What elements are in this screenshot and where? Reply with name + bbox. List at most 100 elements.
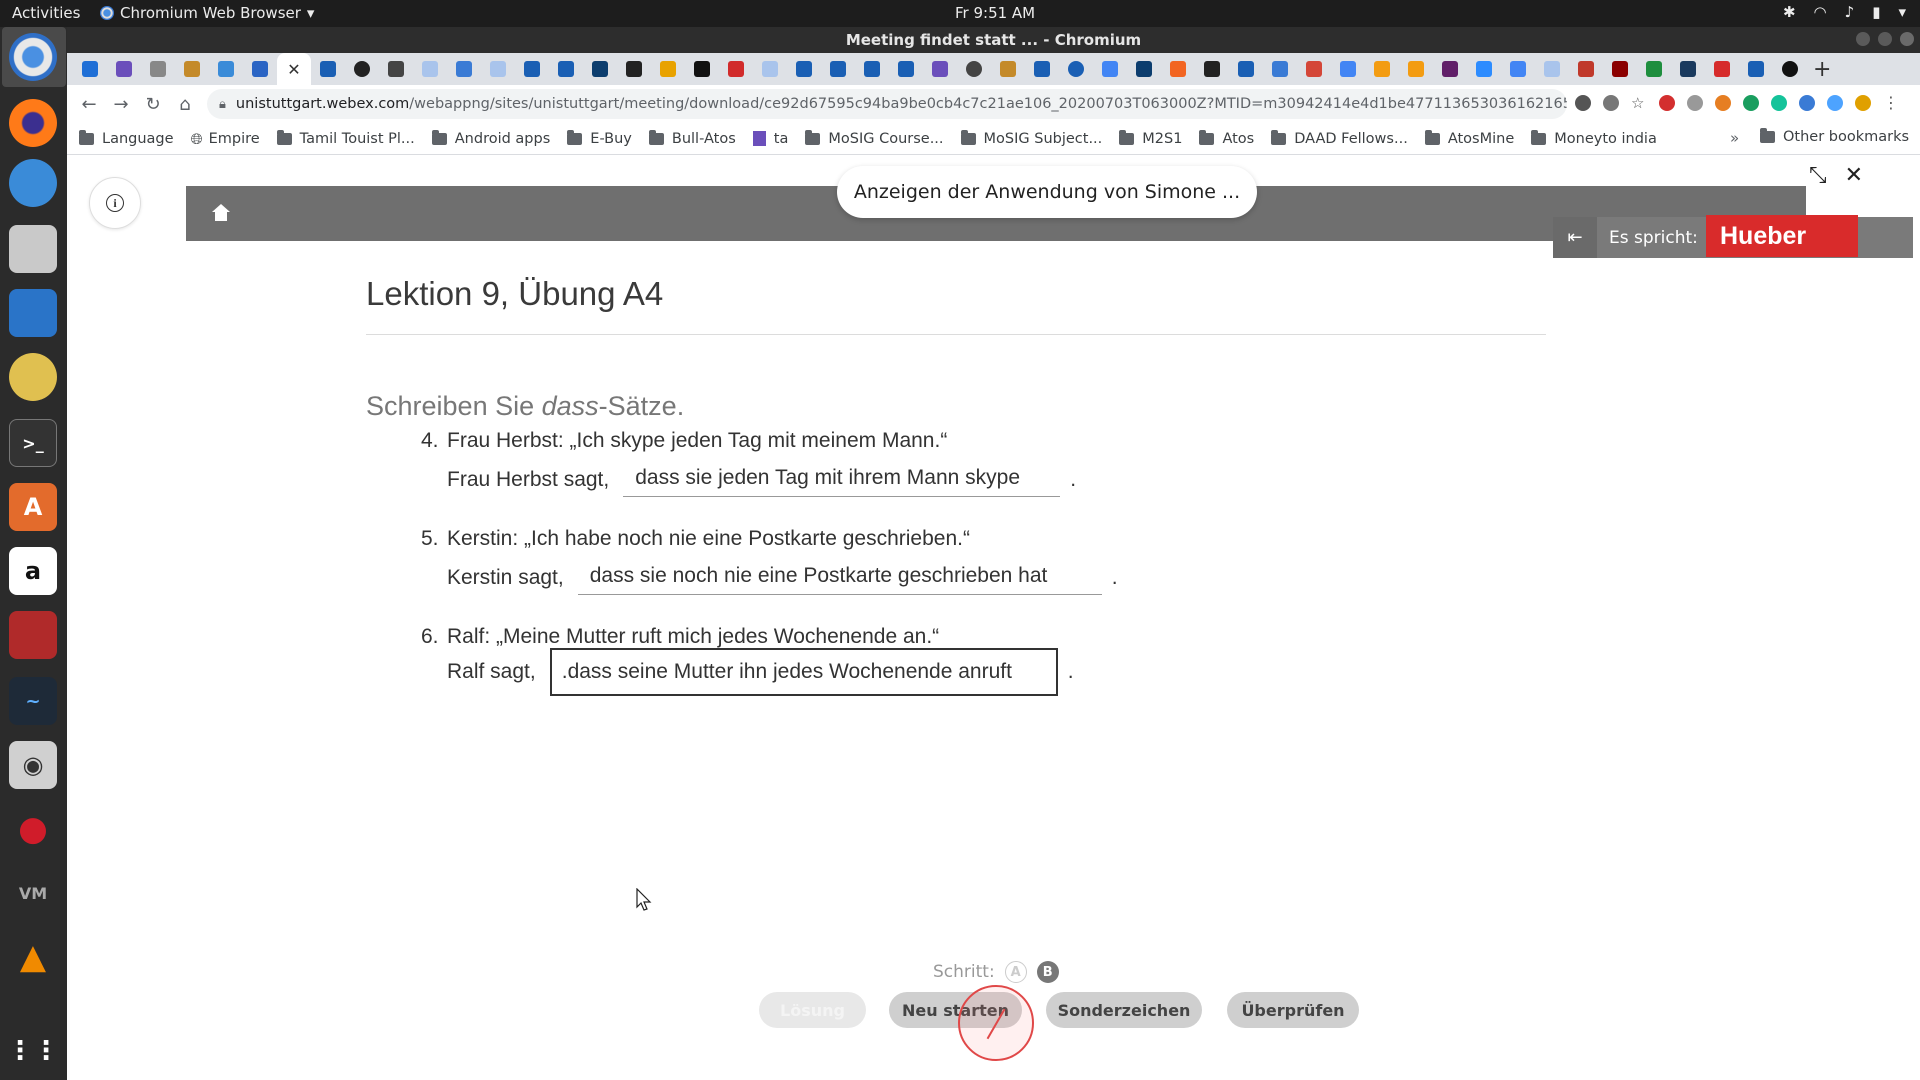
tab[interactable] [1093,53,1127,85]
bookmark-atosmine[interactable]: AtosMine [1424,129,1514,147]
bookmark-empire[interactable]: 🌐︎ Empire [191,130,260,148]
tab[interactable] [345,53,379,85]
other-bookmarks[interactable]: Other bookmarks [1760,128,1909,145]
tab[interactable] [447,53,481,85]
tab[interactable] [1739,53,1773,85]
back-icon[interactable]: ← [73,94,105,115]
amazon-icon[interactable]: a [9,547,57,595]
star-icon[interactable]: ☆ [1631,95,1647,111]
home-icon[interactable] [212,204,230,222]
tab[interactable] [1501,53,1535,85]
special-characters-button[interactable]: Sonderzeichen [1046,992,1202,1028]
vlc-icon[interactable]: ▲ [9,933,57,981]
bookmark-bull-atos[interactable]: Bull-Atos [648,129,736,147]
thunderbird-icon[interactable] [9,159,57,207]
bookmark-language[interactable]: Language [79,129,174,147]
forward-icon[interactable]: → [105,94,137,115]
extension-icon[interactable] [1743,95,1759,111]
profile-avatar[interactable] [1855,95,1871,111]
tab[interactable] [175,53,209,85]
bookmark-ebuy[interactable]: E-Buy [567,129,632,147]
chromium-icon[interactable] [9,33,57,81]
muted-microphone-icon[interactable] [958,985,1034,1061]
tab[interactable] [107,53,141,85]
vm-icon[interactable]: VM [9,869,57,917]
bookmark-ta[interactable]: ta [752,131,788,147]
tab[interactable] [481,53,515,85]
tab[interactable] [73,53,107,85]
battery-icon[interactable]: ▮ [1872,3,1880,21]
tab[interactable] [1671,53,1705,85]
tab[interactable] [1229,53,1263,85]
address-bar[interactable]: 🔒︎ unistuttgart.webex.com/webappng/sites… [207,89,1567,119]
clock[interactable]: Fr 9:51 AM [955,4,1035,22]
collapse-panel-icon[interactable]: ⇤ [1553,217,1597,258]
check-button[interactable]: Überprüfen [1227,992,1359,1028]
sharing-notice[interactable]: Anzeigen der Anwendung von Simone ... [837,166,1257,218]
wifi-icon[interactable]: ◠ [1814,3,1827,21]
answer-field[interactable]: dass sie jeden Tag mit ihrem Mann skype [623,463,1061,497]
answer-field-focused[interactable]: dass seine Mutter ihn jedes Wochenende a… [549,648,1058,696]
system-monitor-icon[interactable]: ~ [9,677,57,725]
files-icon[interactable] [9,225,57,273]
tab[interactable] [1025,53,1059,85]
tab[interactable] [719,53,753,85]
tab[interactable] [787,53,821,85]
exit-fullscreen-icon[interactable]: ⤡ [1809,163,1827,188]
extension-icon[interactable] [1799,95,1815,111]
tab[interactable] [515,53,549,85]
power-menu-icon[interactable]: ▾ [1898,3,1906,21]
tab[interactable] [1127,53,1161,85]
tab[interactable] [651,53,685,85]
bluetooth-icon[interactable]: ✱ [1783,3,1796,21]
close-window-button[interactable] [1900,32,1914,46]
lock-icon[interactable]: 🔒︎ [219,97,226,112]
tab[interactable] [923,53,957,85]
grammarly-icon[interactable] [1771,95,1787,111]
tab[interactable] [311,53,345,85]
browser-menu-icon[interactable]: ⋮ [1883,95,1899,111]
tab[interactable] [1535,53,1569,85]
tab[interactable] [1331,53,1365,85]
tab[interactable] [1263,53,1297,85]
camera-blocked-icon[interactable] [1575,95,1591,111]
cherry-icon[interactable]: ● [9,805,57,853]
new-tab-button[interactable]: + [1813,57,1831,82]
translate-icon[interactable] [1603,95,1619,111]
home-icon[interactable]: ⌂ [169,94,201,115]
tab[interactable] [685,53,719,85]
tab[interactable] [209,53,243,85]
tab[interactable] [1603,53,1637,85]
tab[interactable] [1059,53,1093,85]
bookmark-tamil[interactable]: Tamil Touist Pl... [276,129,415,147]
step-b-button[interactable]: B [1036,961,1059,983]
tab[interactable] [1433,53,1467,85]
step-a-button[interactable]: A [1004,961,1027,983]
bookmark-android[interactable]: Android apps [431,129,550,147]
camera-icon[interactable]: ◉ [9,741,57,789]
maximize-button[interactable] [1878,32,1892,46]
system-tray[interactable]: ✱ ◠ ♪ ▮ ▾ [1783,3,1906,21]
bookmarks-overflow-button[interactable]: » [1730,129,1739,147]
tab[interactable] [753,53,787,85]
tab[interactable] [141,53,175,85]
tab[interactable] [1705,53,1739,85]
writer-icon[interactable] [9,289,57,337]
tab[interactable] [1467,53,1501,85]
tab[interactable] [549,53,583,85]
bookmark-mosig-subject[interactable]: MoSIG Subject... [960,129,1102,147]
extension-icon[interactable] [1827,95,1843,111]
tab[interactable] [583,53,617,85]
tab[interactable] [889,53,923,85]
tab[interactable] [1161,53,1195,85]
show-applications-icon[interactable]: ⋮⋮ [7,1027,59,1075]
tab[interactable] [821,53,855,85]
tab[interactable] [379,53,413,85]
tab[interactable] [1637,53,1671,85]
extension-icon[interactable] [1687,95,1703,111]
meeting-info-button[interactable]: i [89,177,141,229]
bookmark-mosig-course[interactable]: MoSIG Course... [805,129,944,147]
bookmark-moneyto[interactable]: Moneyto india [1531,129,1657,147]
tab[interactable] [1195,53,1229,85]
extension-icon[interactable] [1715,95,1731,111]
